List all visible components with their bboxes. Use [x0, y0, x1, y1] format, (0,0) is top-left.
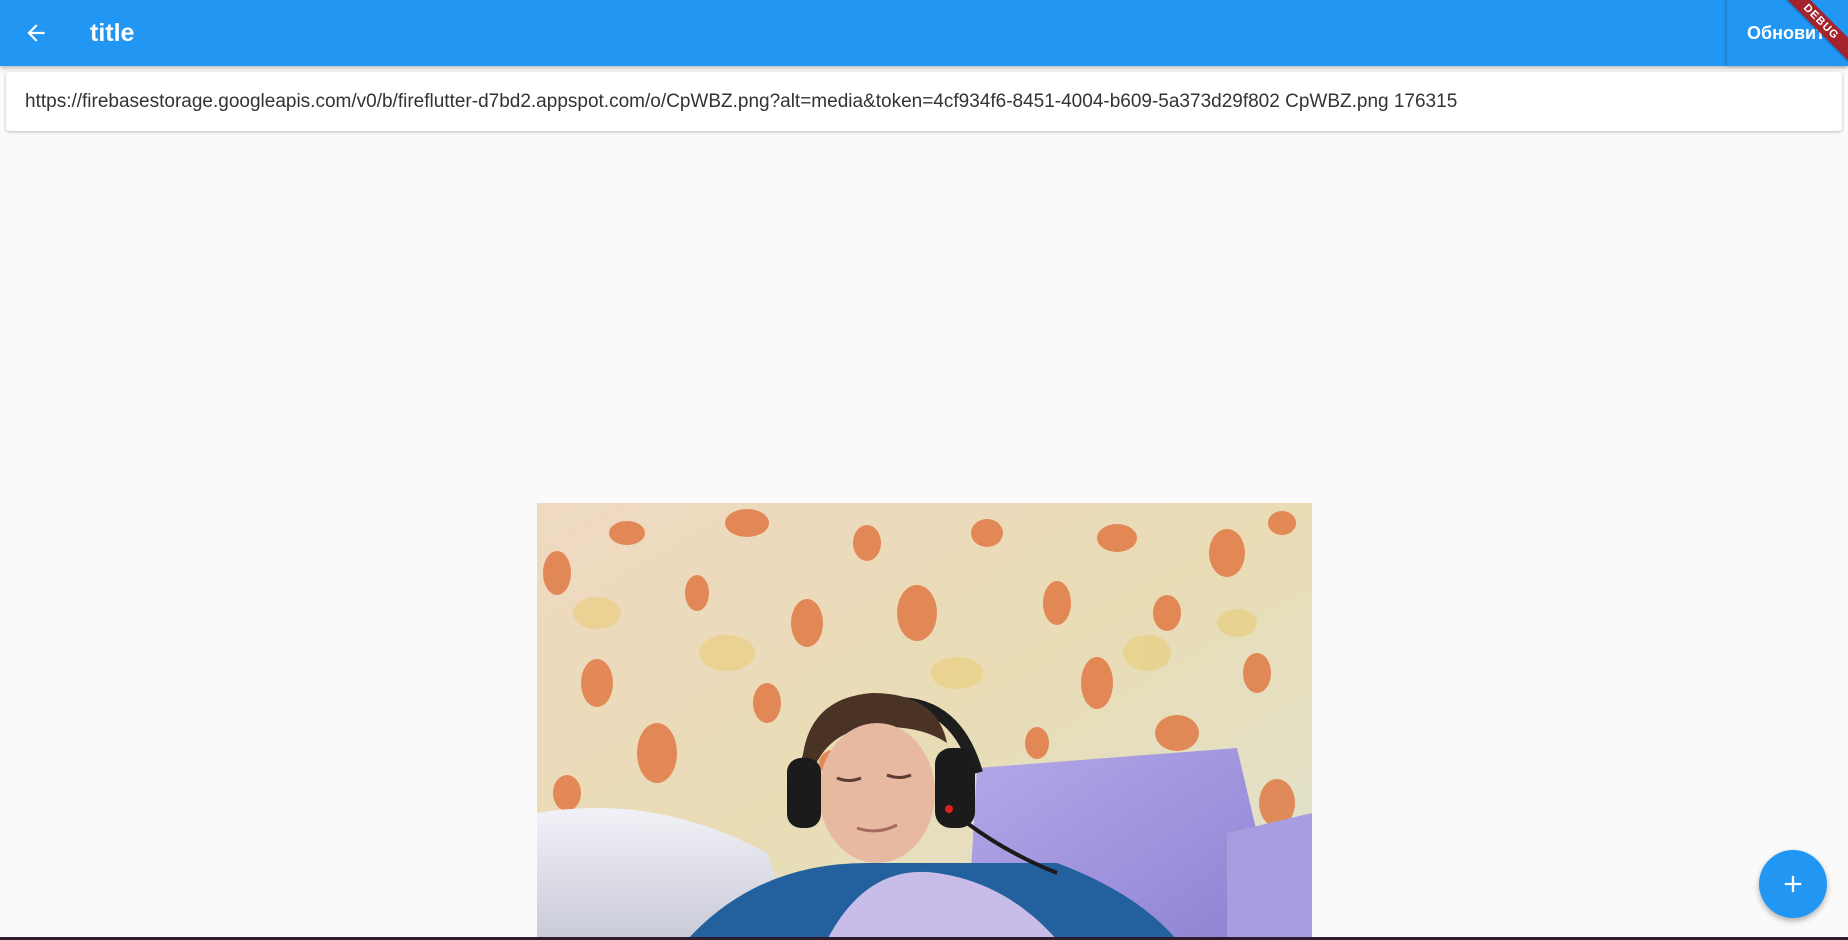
page-title: title	[90, 19, 135, 47]
back-button[interactable]	[14, 11, 58, 55]
photo-image	[537, 503, 1312, 940]
file-info-text: https://firebasestorage.googleapis.com/v…	[25, 90, 1458, 112]
add-icon	[1784, 875, 1802, 893]
file-info-card: https://firebasestorage.googleapis.com/v…	[6, 72, 1842, 131]
add-button[interactable]	[1759, 850, 1827, 918]
app-bar: title Обновить	[0, 0, 1848, 66]
arrow-back-icon	[27, 24, 45, 42]
uploaded-photo	[537, 503, 1312, 940]
